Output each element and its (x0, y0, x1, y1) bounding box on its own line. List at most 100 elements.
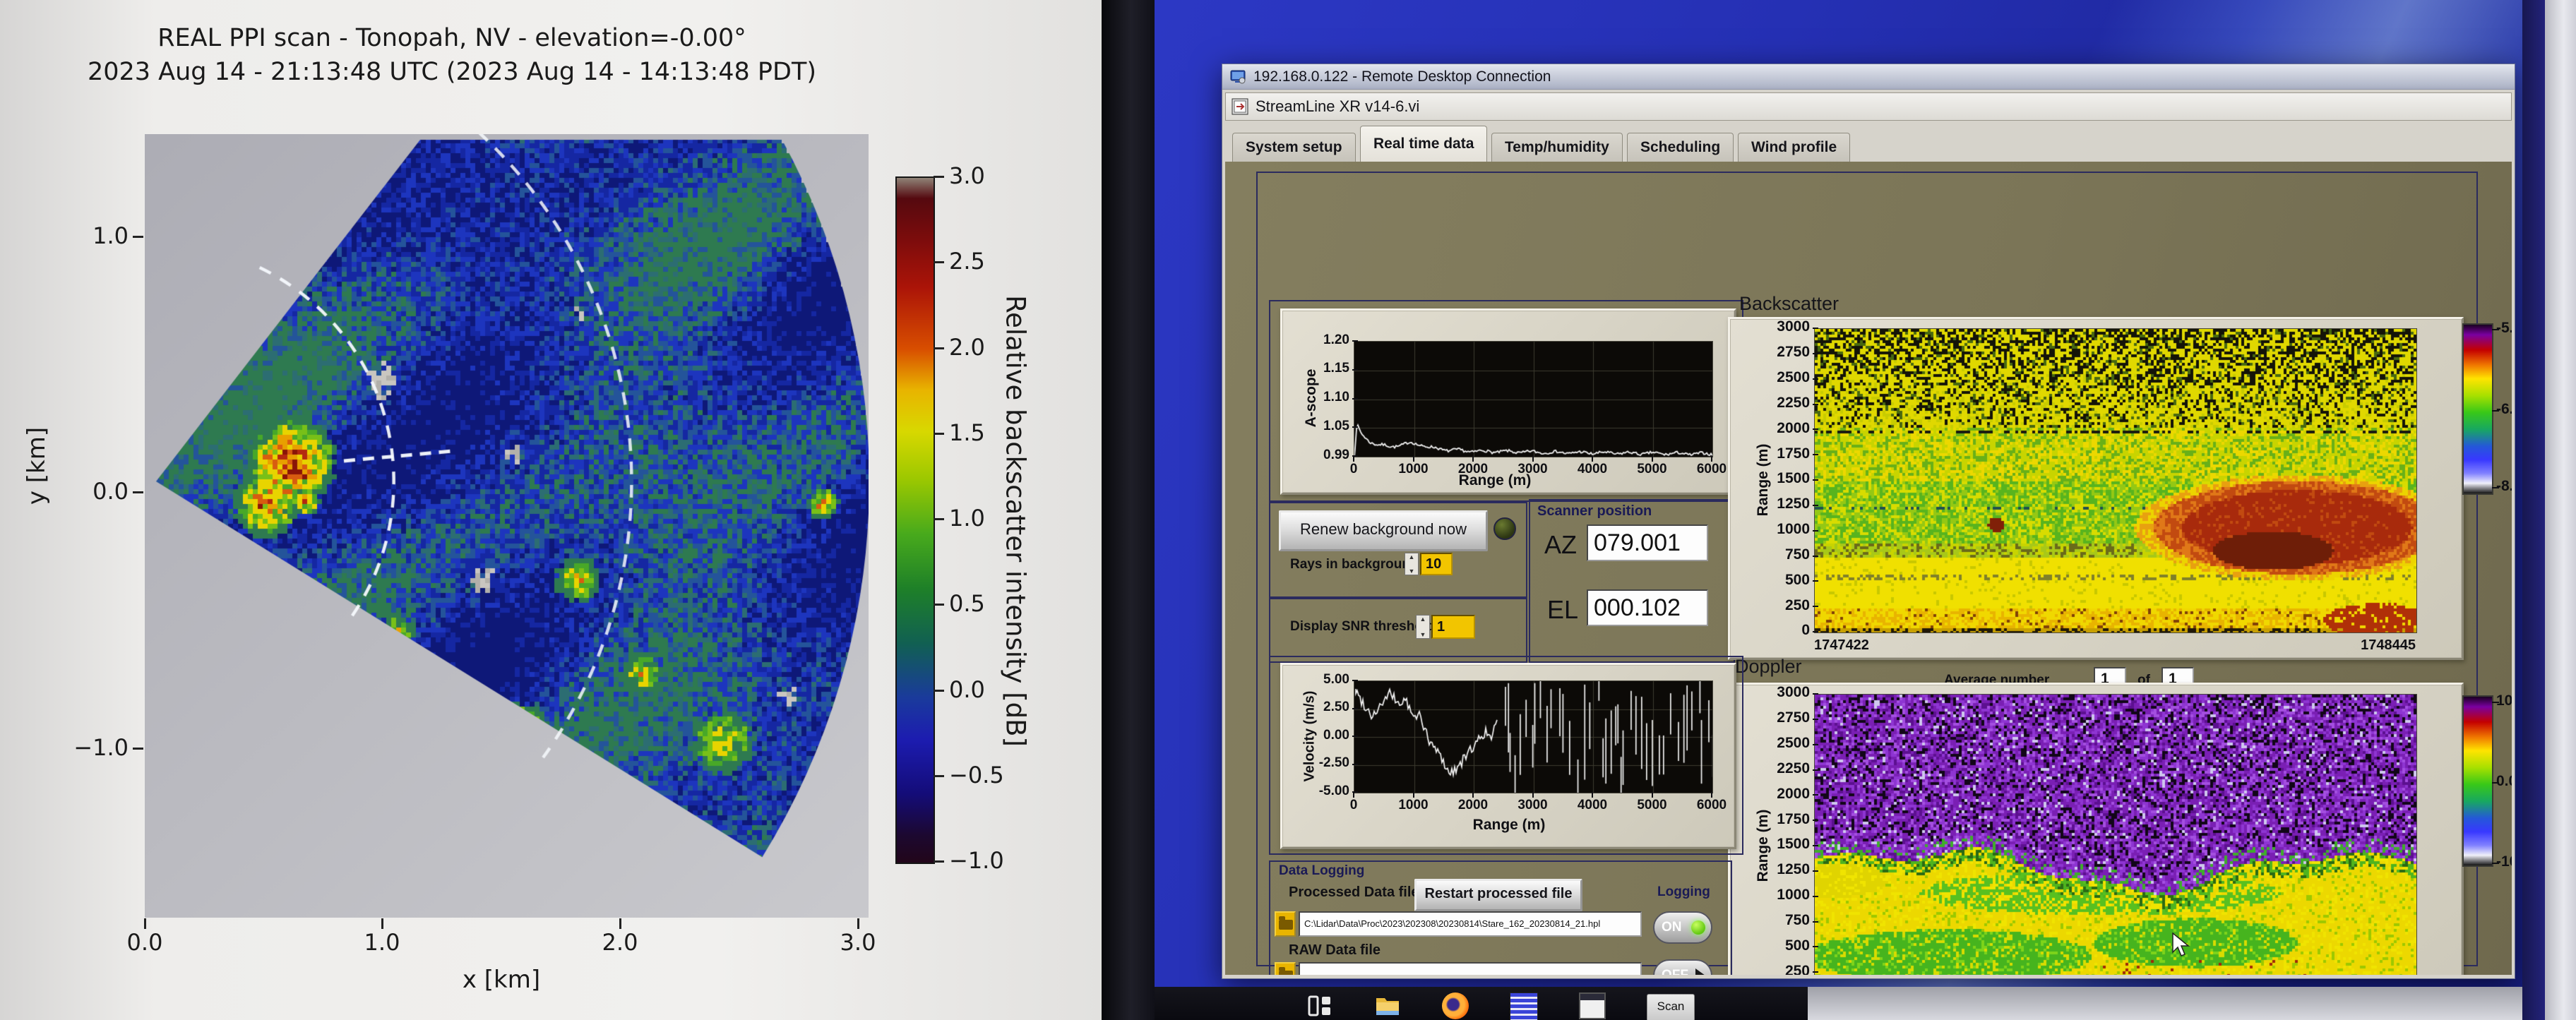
tab-scheduling[interactable]: Scheduling (1627, 133, 1734, 162)
colorbar-tick-mark (2492, 702, 2499, 703)
graph-y-tick-mark (1352, 398, 1358, 400)
colorbar-tick-mark (2492, 410, 2499, 412)
ppi-plot-title: REAL PPI scan - Tonopah, NV - elevation=… (28, 21, 876, 89)
velocity-xlabel: Range (m) (1473, 817, 1546, 834)
tab-wind-profile[interactable]: Wind profile (1738, 133, 1850, 162)
tab-strip: System setupReal time dataTemp/humidityS… (1225, 121, 2512, 162)
ppi-ylabel: y [km] (23, 427, 51, 505)
graph-y-tick-mark (1813, 580, 1818, 582)
logging-on-label: ON (1662, 920, 1682, 935)
graph-y-tick-label: 750 (1753, 912, 1810, 929)
graph-y-tick-mark (1813, 896, 1818, 897)
blue-app-icon[interactable] (1510, 992, 1538, 1020)
graph-y-tick-label: 2750 (1753, 344, 1810, 361)
graph-y-tick-mark (1813, 870, 1818, 872)
graph-x-tick-mark (1532, 792, 1534, 798)
graph-y-tick-label: 1500 (1753, 836, 1810, 853)
colorbar-tick-mark (934, 433, 944, 435)
graph-x-tick-mark (1472, 792, 1474, 798)
graph-y-tick-label: 3000 (1753, 684, 1810, 701)
file-explorer-icon[interactable] (1374, 992, 1401, 1019)
renew-background-button[interactable]: Renew background now (1279, 510, 1488, 551)
colorbar-tick-mark (934, 518, 944, 520)
vi-titlebar[interactable]: StreamLine XR v14-6.vi (1225, 92, 2512, 121)
graph-y-tick-mark (1813, 479, 1818, 481)
tab-system-setup[interactable]: System setup (1232, 133, 1356, 162)
colorbar-tick-mark (2492, 863, 2499, 864)
spinner-down-icon[interactable]: ▼ (1420, 631, 1426, 638)
graph-x-tick-label: 1000 (1385, 798, 1442, 813)
colorbar-tick-label: 0.0 (2496, 773, 2512, 790)
graph-y-tick-mark (1813, 353, 1818, 354)
tab-real-time-data[interactable]: Real time data (1360, 126, 1487, 162)
rays-spinner[interactable]: ▲▼ (1405, 553, 1419, 575)
ppi-title-line1: REAL PPI scan - Tonopah, NV - elevation=… (28, 21, 876, 55)
logging-off-led (1695, 968, 1705, 975)
colorbar-tick-mark (934, 690, 944, 692)
graph-y-tick-label: 1.10 (1293, 390, 1349, 405)
firefox-icon[interactable] (1442, 992, 1469, 1019)
spinner-down-icon[interactable]: ▼ (1409, 568, 1415, 575)
graph-x-tick-mark (1592, 792, 1593, 798)
snr-threshold-field[interactable]: 1 (1431, 615, 1475, 639)
processed-data-file-label: Processed Data file (1289, 884, 1419, 901)
processed-logging-toggle[interactable]: ON (1653, 911, 1712, 944)
graph-y-tick-mark (1813, 693, 1818, 695)
rays-in-background-field[interactable]: 10 (1420, 553, 1453, 575)
y-tick-mark (133, 748, 143, 750)
graph-y-tick-label: 250 (1753, 597, 1810, 614)
colorbar-tick-label: 3.0 (949, 162, 985, 189)
raw-path-browse-button[interactable] (1275, 962, 1296, 975)
az-value-field[interactable]: 079.001 (1587, 524, 1708, 561)
processed-path-field[interactable]: C:\Lidar\Data\Proc\2023\202308\20230814\… (1299, 911, 1642, 937)
graph-y-tick-label: 2.50 (1293, 700, 1349, 715)
graph-y-tick-label: 1250 (1753, 861, 1810, 878)
ascope-plot (1354, 341, 1713, 457)
ppi-scan-canvas (145, 134, 869, 918)
graph-y-tick-mark (1813, 845, 1818, 846)
ppi-colorbar (895, 176, 935, 864)
tab-temp-humidity[interactable]: Temp/humidity (1491, 133, 1623, 162)
el-label: EL (1547, 595, 1578, 625)
restart-processed-file-button[interactable]: Restart processed file (1414, 879, 1582, 911)
rdp-titlebar[interactable]: 192.168.0.122 - Remote Desktop Connectio… (1222, 64, 2515, 90)
colorbar-tick-mark (2492, 782, 2499, 784)
graph-y-tick-mark (1352, 736, 1358, 737)
colorbar-tick-mark (934, 604, 944, 606)
colorbar-tick-label: −1.0 (949, 847, 1004, 874)
colorbar-tick-label: −0.5 (949, 762, 1004, 788)
graph-y-tick-label: 500 (1753, 937, 1810, 954)
window-app-icon[interactable] (1579, 992, 1606, 1019)
graph-x-tick-label: 6000 (1683, 798, 1740, 813)
graph-y-tick-label: 0.99 (1293, 448, 1349, 463)
graph-x-tick-label: 2000 (1445, 798, 1501, 813)
graph-y-tick-label: 3000 (1753, 318, 1810, 335)
graph-y-tick-label: 0 (1753, 622, 1810, 639)
graph-y-tick-label: 2500 (1753, 735, 1810, 752)
vi-icon (1232, 98, 1248, 115)
y-tick-label: −1.0 (71, 734, 129, 761)
graph-y-tick-mark (1813, 820, 1818, 821)
task-view-icon[interactable] (1306, 992, 1333, 1019)
raw-logging-toggle[interactable]: OFF (1653, 959, 1712, 975)
graph-x-tick-label: 1000 (1385, 462, 1442, 477)
graph-x-tick-label: 4000 (1564, 798, 1621, 813)
spinner-up-icon[interactable]: ▲ (1409, 553, 1415, 560)
graph-x-tick-label: 3000 (1505, 798, 1561, 813)
snr-spinner[interactable]: ▲▼ (1416, 615, 1430, 639)
backscatter-title: Backscatter (1739, 293, 1839, 315)
scan-taskbar-button[interactable]: Scan (1647, 994, 1695, 1020)
graph-y-tick-label: 1000 (1753, 521, 1810, 538)
spinner-up-icon[interactable]: ▲ (1420, 616, 1426, 623)
graph-x-tick-mark (1711, 456, 1712, 462)
display-snr-threshold-label: Display SNR threshold (1290, 619, 1435, 635)
graph-y-tick-mark (1813, 719, 1818, 720)
y-tick-label: 1.0 (71, 222, 129, 249)
scanner-position-title: Scanner position (1537, 503, 1652, 520)
processed-path-browse-button[interactable] (1275, 911, 1296, 937)
doppler-heatmap (1814, 694, 2417, 975)
el-value-field[interactable]: 000.102 (1587, 589, 1708, 626)
left-monitor-screen: REAL PPI scan - Tonopah, NV - elevation=… (0, 0, 1102, 1020)
raw-path-field[interactable] (1299, 962, 1642, 975)
graph-y-tick-mark (1813, 971, 1818, 973)
